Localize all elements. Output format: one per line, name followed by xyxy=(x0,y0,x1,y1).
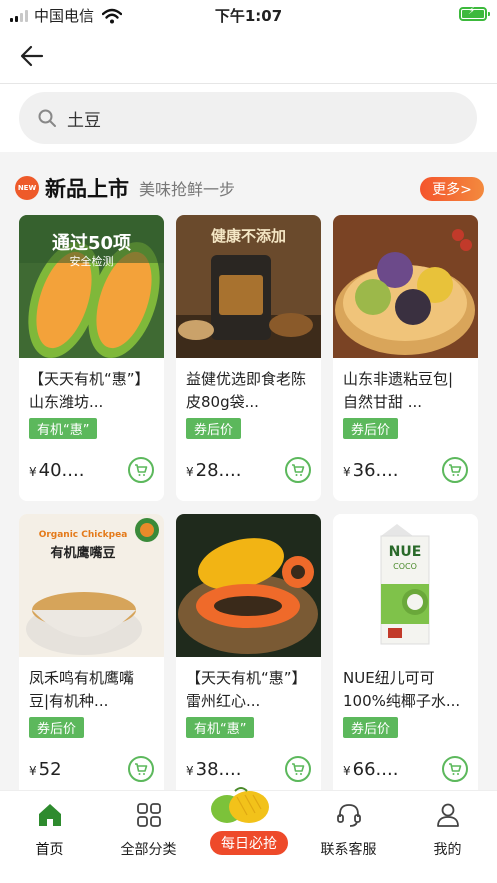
image-subcaption: 有机鹰嘴豆 xyxy=(50,546,116,561)
product-card[interactable]: 山东非遗粘豆包|自然甘甜 ... 券后价 ¥36.... xyxy=(333,215,478,501)
tab-daily-deals[interactable]: 每日必抢 xyxy=(207,783,291,855)
more-button[interactable]: 更多> xyxy=(420,177,484,201)
product-card[interactable]: 通过50项 安全检测 【天天有机“惠”】山东潍坊... 有机“惠” ¥40...… xyxy=(19,215,164,501)
add-to-cart-button[interactable] xyxy=(285,457,311,483)
cart-icon xyxy=(292,464,305,476)
home-icon xyxy=(38,804,61,826)
product-title: 凤禾鸣有机鹰嘴豆|有机种... xyxy=(29,669,135,710)
cart-icon xyxy=(135,763,148,775)
section-title: 新品上市 xyxy=(45,177,129,201)
image-caption: 通过50项 xyxy=(51,233,132,254)
daily-deals-label: 每日必抢 xyxy=(210,831,288,855)
search-value: 土豆 xyxy=(67,110,101,131)
image-caption: 健康不添加 xyxy=(210,227,286,245)
tab-label: 联系客服 xyxy=(320,842,377,858)
product-image-papaya xyxy=(176,514,321,657)
product-card[interactable]: Organic Chickpea 有机鹰嘴豆 凤禾鸣有机鹰嘴豆|有机种... 券… xyxy=(19,514,164,800)
tab-service[interactable]: 联系客服 xyxy=(299,801,398,859)
image-caption: Organic Chickpea xyxy=(38,530,128,540)
tab-bar: 首页 全部分类 每日必抢 联系客服 我的 xyxy=(0,787,497,883)
grid-icon xyxy=(136,803,161,827)
section-header: NEW 新品上市 美味抢鲜一步 更多> xyxy=(15,168,485,208)
product-title: 【天天有机“惠”】山东潍坊... xyxy=(29,370,150,411)
image-subcaption: 安全检测 xyxy=(69,255,114,268)
product-price: ¥28.... xyxy=(186,460,242,481)
product-price: ¥52 xyxy=(29,759,62,780)
tab-label: 首页 xyxy=(35,842,64,858)
product-tag: 券后价 xyxy=(343,418,399,439)
image-subcaption: COCO xyxy=(393,562,417,571)
mango-icon xyxy=(211,787,269,823)
new-badge-icon: NEW xyxy=(15,176,39,200)
add-to-cart-button[interactable] xyxy=(442,756,468,782)
product-image-peel: 健康不添加 xyxy=(176,215,321,358)
tab-home[interactable]: 首页 xyxy=(0,801,99,859)
product-title: NUE纽儿可可100%纯椰子水... xyxy=(343,669,461,710)
image-caption: NUE xyxy=(388,544,422,560)
product-tag: 有机“惠” xyxy=(186,717,255,738)
product-price: ¥36.... xyxy=(343,460,399,481)
battery-icon xyxy=(459,6,490,21)
section-subtitle: 美味抢鲜一步 xyxy=(139,180,236,199)
product-title: 【天天有机“惠”】雷州红心... xyxy=(186,669,307,710)
product-tag: 有机“惠” xyxy=(29,418,98,439)
product-price: ¥38.... xyxy=(186,759,242,780)
add-to-cart-button[interactable] xyxy=(285,756,311,782)
product-card[interactable]: 【天天有机“惠”】雷州红心... 有机“惠” ¥38.... xyxy=(176,514,321,800)
tab-label: 我的 xyxy=(433,842,462,858)
product-price: ¥40.... xyxy=(29,460,85,481)
product-price: ¥66.... xyxy=(343,759,399,780)
status-bar: 中国电信 下午1:07 xyxy=(0,0,497,28)
search-icon xyxy=(38,109,56,127)
cart-icon xyxy=(449,763,462,775)
product-tag: 券后价 xyxy=(29,717,85,738)
cart-icon xyxy=(449,464,462,476)
status-time: 下午1:07 xyxy=(214,7,283,25)
product-card[interactable]: NUE COCO NUE纽儿可可100%纯椰子水... 券后价 ¥66.... xyxy=(333,514,478,800)
headset-icon xyxy=(336,804,361,827)
product-image-melon: 通过50项 安全检测 xyxy=(19,215,164,358)
user-icon xyxy=(436,803,459,827)
product-card[interactable]: 健康不添加 益健优选即食老陈皮80g袋... 券后价 ¥28.... xyxy=(176,215,321,501)
search-area: 土豆 xyxy=(0,84,497,152)
battery-fill xyxy=(462,6,484,18)
nav-bar xyxy=(0,28,497,84)
tab-label: 全部分类 xyxy=(120,842,177,858)
cart-icon xyxy=(292,763,305,775)
tab-mine[interactable]: 我的 xyxy=(398,801,497,859)
product-tag: 券后价 xyxy=(343,717,399,738)
search-input[interactable]: 土豆 xyxy=(19,92,477,144)
product-title: 益健优选即食老陈皮80g袋... xyxy=(186,370,307,411)
tab-categories[interactable]: 全部分类 xyxy=(99,801,198,859)
product-image-coconut-water: NUE COCO xyxy=(333,514,478,657)
add-to-cart-button[interactable] xyxy=(128,756,154,782)
product-title: 山东非遗粘豆包|自然甘甜 ... xyxy=(343,370,454,411)
product-image-chickpea: Organic Chickpea 有机鹰嘴豆 xyxy=(19,514,164,657)
add-to-cart-button[interactable] xyxy=(128,457,154,483)
product-image-buns xyxy=(333,215,478,358)
product-tag: 券后价 xyxy=(186,418,242,439)
cart-icon xyxy=(135,464,148,476)
add-to-cart-button[interactable] xyxy=(442,457,468,483)
back-arrow-icon[interactable] xyxy=(18,42,46,70)
